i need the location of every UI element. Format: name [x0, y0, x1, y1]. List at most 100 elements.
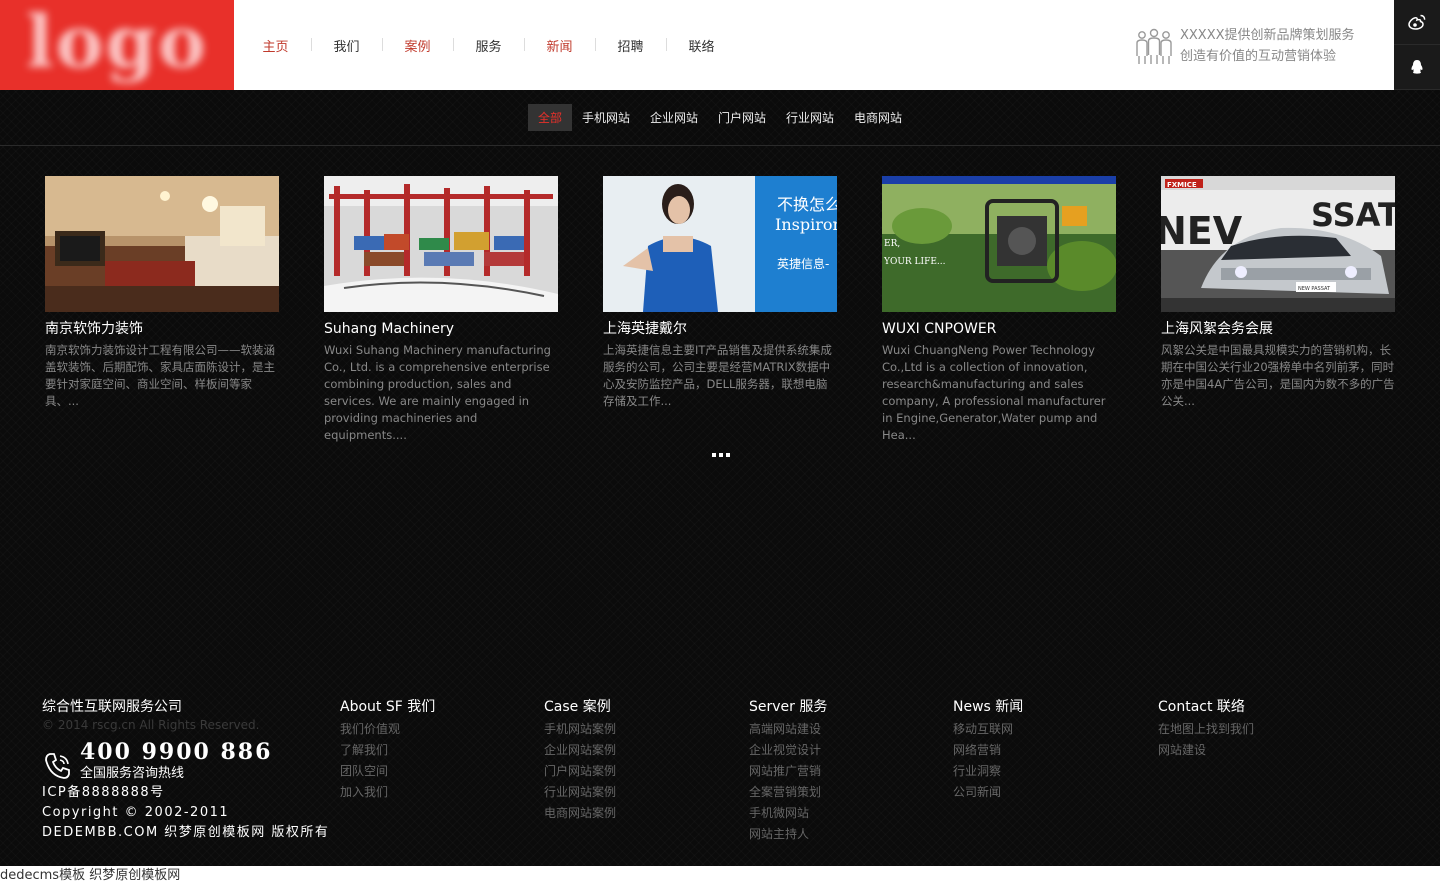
copyright: Copyright © 2002-2011 [42, 805, 230, 820]
plant-text-1: ER, [884, 239, 900, 249]
case-card[interactable]: Suhang Machinery Wuxi Suhang Machinery m… [324, 176, 558, 444]
nav-home[interactable]: 主页 [240, 36, 311, 55]
footer-link[interactable]: 手机网站案例 [544, 719, 616, 740]
main-nav: 主页 我们 案例 服务 新闻 招聘 联络 [240, 0, 737, 90]
case-thumbnail-interior[interactable] [45, 176, 279, 312]
case-title[interactable]: 南京软饰力装饰 [45, 320, 279, 338]
site-footer: 综合性互联网服务公司 © 2014 rscg.cn All Rights Res… [0, 690, 1440, 866]
case-title[interactable]: WUXI CNPOWER [882, 320, 1116, 338]
qq-button[interactable] [1394, 45, 1440, 90]
slogan-line-1: XXXXX提供创新品牌策划服务 [1180, 28, 1355, 43]
company-name: 综合性互联网服务公司 [42, 699, 182, 715]
car-brand: FXMICE [1167, 181, 1197, 189]
case-description: 南京软饰力装饰设计工程有限公司——软装涵盖软装饰、后期配饰、家具店面陈设计，是主… [45, 343, 275, 408]
people-icon [1136, 28, 1172, 64]
car-banner-2: SSAT [1311, 196, 1395, 234]
case-card[interactable]: 南京软饰力装饰 南京软饰力装饰设计工程有限公司——软装涵盖软装饰、后期配饰、家具… [45, 176, 279, 410]
logo-text: logo [26, 0, 208, 84]
footer-link[interactable]: 公司新闻 [953, 782, 1023, 803]
footer-link[interactable]: 行业网站案例 [544, 782, 616, 803]
bottom-credit-bar[interactable]: dedecms模板 织梦原创模板网 [0, 866, 1440, 886]
car-banner: NEV [1161, 209, 1243, 253]
filter-industry[interactable]: 行业网站 [776, 104, 844, 131]
filter-all[interactable]: 全部 [527, 104, 572, 131]
footer-link[interactable]: 企业网站案例 [544, 740, 616, 761]
filter-mobile[interactable]: 手机网站 [572, 104, 640, 131]
footer-link[interactable]: 了解我们 [340, 740, 435, 761]
hotline: 400 9900 886 全国服务咨询热线 [42, 739, 342, 783]
case-card[interactable]: ER, YOUR LIFE... WUXI CNPOWER Wuxi Chuan… [882, 176, 1116, 444]
footer-link[interactable]: 电商网站案例 [544, 803, 616, 824]
weibo-icon [1408, 14, 1426, 30]
case-description: Wuxi Suhang Machinery manufacturing Co.,… [324, 343, 551, 442]
footer-link[interactable]: 全案营销策划 [749, 782, 827, 803]
ad-text-3: 英捷信息- [777, 256, 829, 271]
footer-col-title: News 新闻 [953, 699, 1024, 715]
icp-number: ICP备8888888号 [42, 785, 165, 800]
nav-jobs[interactable]: 招聘 [595, 36, 666, 55]
nav-services[interactable]: 服务 [453, 36, 524, 55]
case-thumbnail-port[interactable] [324, 176, 558, 312]
case-title[interactable]: 上海风絮会务会展 [1161, 320, 1395, 338]
case-thumbnail-car[interactable]: FXMICE NEV SSAT NEW PASSAT [1161, 176, 1395, 312]
copyright-small: © 2014 rscg.cn All Rights Reserved. [42, 718, 260, 732]
footer-col-news: News 新闻 移动互联网 网络营销 行业洞察 公司新闻 [953, 698, 1023, 803]
footer-link[interactable]: 网站建设 [1158, 740, 1254, 761]
footer-link[interactable]: 门户网站案例 [544, 761, 616, 782]
footer-link[interactable]: 网络营销 [953, 740, 1023, 761]
case-title[interactable]: Suhang Machinery [324, 320, 558, 338]
footer-link[interactable]: 加入我们 [340, 782, 435, 803]
case-card[interactable]: FXMICE NEV SSAT NEW PASSAT 上海风絮会务会展 风絮公关… [1161, 176, 1395, 410]
footer-link[interactable]: 团队空间 [340, 761, 435, 782]
footer-col-title: Server 服务 [749, 699, 828, 715]
footer-col-about: About SF 我们 我们价值观 了解我们 团队空间 加入我们 [340, 698, 435, 803]
site-logo[interactable]: logo [0, 0, 234, 90]
case-description: 上海英捷信息主要IT产品销售及提供系统集成服务的公司，公司主要是经营MATRIX… [603, 343, 832, 408]
case-description: 风絮公关是中国最具规模实力的营销机构，长期在中国公关行业20强榜单中名列前茅，同… [1161, 343, 1395, 408]
footer-link[interactable]: 手机微网站 [749, 803, 827, 824]
footer-col-title: Case 案例 [544, 699, 611, 715]
footer-col-server: Server 服务 高端网站建设 企业视觉设计 网站推广营销 全案营销策划 手机… [749, 698, 827, 845]
ad-text-1: 不换怎么 [777, 195, 837, 214]
dot[interactable] [719, 453, 723, 457]
hotline-number: 400 9900 886 [80, 739, 273, 765]
plant-text-2: YOUR LIFE... [883, 257, 946, 267]
footer-link[interactable]: 网站主持人 [749, 824, 827, 845]
case-thumbnail-generator[interactable]: ER, YOUR LIFE... [882, 176, 1116, 312]
dot[interactable] [726, 453, 730, 457]
filter-ecommerce[interactable]: 电商网站 [844, 104, 912, 131]
header-slogan: XXXXX提供创新品牌策划服务 创造有价值的互动营销体验 [1134, 24, 1355, 68]
nav-contact[interactable]: 联络 [666, 36, 737, 55]
case-description: Wuxi ChuangNeng Power Technology Co.,Ltd… [882, 343, 1106, 442]
pagination-dots[interactable] [712, 453, 730, 457]
nav-news[interactable]: 新闻 [524, 36, 595, 55]
footer-link[interactable]: 高端网站建设 [749, 719, 827, 740]
car-plate: NEW PASSAT [1298, 286, 1331, 292]
footer-col-case: Case 案例 手机网站案例 企业网站案例 门户网站案例 行业网站案例 电商网站… [544, 698, 616, 824]
phone-icon [45, 753, 70, 779]
footer-col-title: About SF 我们 [340, 699, 436, 715]
slogan-line-2: 创造有价值的互动营销体验 [1180, 49, 1337, 64]
ad-text-2: Inspiron [775, 215, 837, 234]
footer-link[interactable]: 移动互联网 [953, 719, 1023, 740]
footer-link[interactable]: 在地图上找到我们 [1158, 719, 1254, 740]
case-thumbnail-fashion[interactable]: 不换怎么 Inspiron 英捷信息- [603, 176, 837, 312]
nav-about[interactable]: 我们 [311, 36, 382, 55]
qq-icon [1411, 60, 1423, 74]
cases-section: 全部 手机网站 企业网站 门户网站 行业网站 电商网站 南京软饰力装饰 南京软饰… [0, 90, 1440, 866]
case-card[interactable]: 不换怎么 Inspiron 英捷信息- 上海英捷戴尔 上海英捷信息主要IT产品销… [603, 176, 837, 410]
social-sidebar [1394, 0, 1440, 90]
hotline-label: 全国服务咨询热线 [80, 766, 185, 781]
case-title[interactable]: 上海英捷戴尔 [603, 320, 837, 338]
footer-link[interactable]: 企业视觉设计 [749, 740, 827, 761]
filter-portal[interactable]: 门户网站 [708, 104, 776, 131]
nav-cases[interactable]: 案例 [382, 36, 453, 55]
weibo-button[interactable] [1394, 0, 1440, 45]
dede-credit: DEDEMBB.COM 织梦原创模板网 版权所有 [42, 825, 330, 840]
dot[interactable] [712, 453, 716, 457]
footer-link[interactable]: 网站推广营销 [749, 761, 827, 782]
footer-link[interactable]: 我们价值观 [340, 719, 435, 740]
filter-enterprise[interactable]: 企业网站 [640, 104, 708, 131]
footer-col-contact: Contact 联络 在地图上找到我们 网站建设 [1158, 698, 1254, 761]
footer-link[interactable]: 行业洞察 [953, 761, 1023, 782]
